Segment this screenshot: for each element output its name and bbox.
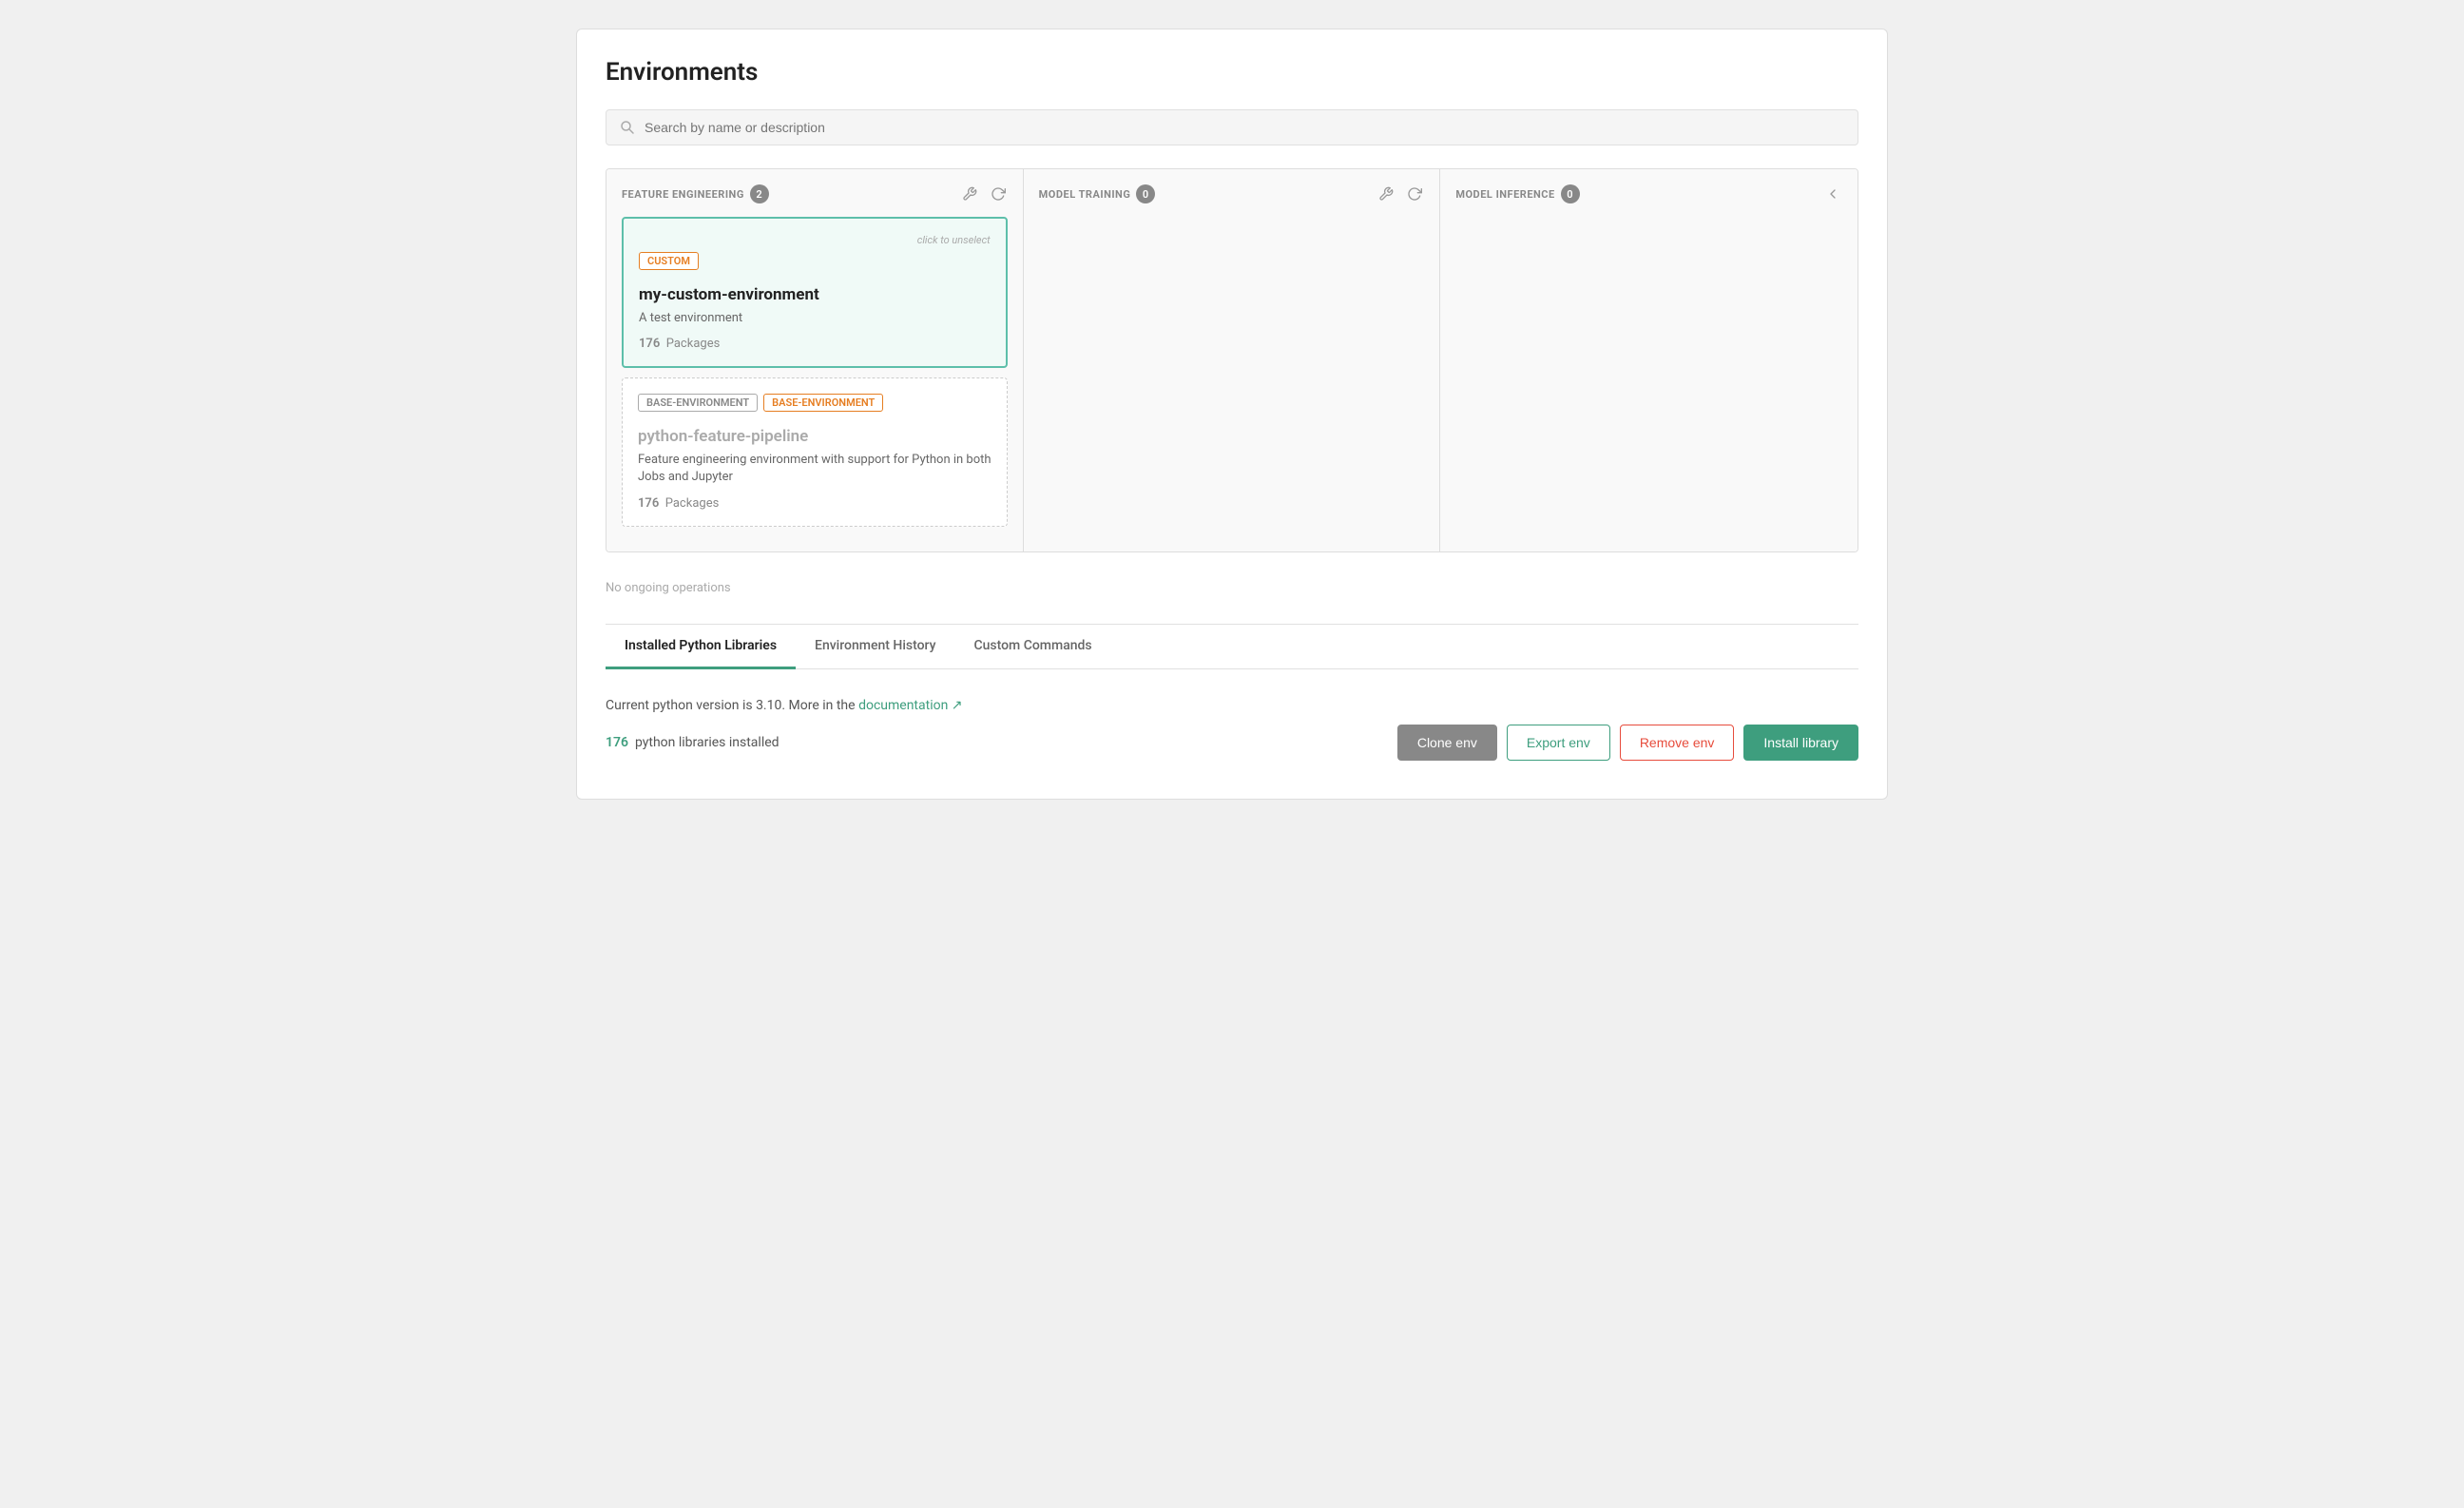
column-count-badge-training: 0 [1136,184,1155,203]
clone-env-button[interactable]: Clone env [1397,725,1497,761]
env-name-base: python-feature-pipeline [638,427,991,446]
wrench-button[interactable] [960,184,979,203]
click-to-unselect-text: click to unselect [639,234,991,246]
search-bar [606,109,1858,145]
column-title-training-text: MODEL TRAINING [1039,188,1131,201]
column-actions-inference [1823,184,1842,203]
tabs-nav: Installed Python Libraries Environment H… [606,625,1858,669]
column-header: FEATURE ENGINEERING 2 [622,184,1008,203]
column-actions-training [1376,184,1424,203]
export-env-button[interactable]: Export env [1507,725,1610,761]
column-header-inference: MODEL INFERENCE 0 [1455,184,1842,203]
column-actions [960,184,1008,203]
documentation-link[interactable]: documentation ↗ [858,698,962,713]
column-title-text: FEATURE ENGINEERING [622,188,744,201]
python-version-text: Current python version is 3.10. More in … [606,698,1858,713]
libraries-count-num: 176 [606,735,628,750]
column-title-inference-text: MODEL INFERENCE [1455,188,1554,201]
back-button-inference[interactable] [1823,184,1842,203]
env-packages-custom: 176 Packages [639,337,991,351]
tag-base-orange: BASE-ENVIRONMENT [763,394,883,412]
search-input[interactable] [645,120,1844,135]
tag-custom: CUSTOM [639,252,699,270]
main-container: Environments FEATURE ENGINEERING 2 [576,29,1888,800]
tags-row: CUSTOM [639,252,991,278]
pkg-count: 176 [639,337,660,351]
tabs-section: Installed Python Libraries Environment H… [606,624,1858,770]
env-column-model-training: MODEL TRAINING 0 [1024,169,1441,551]
python-version-label: Current python version is 3.10. More in … [606,698,856,713]
page-wrapper: Environments FEATURE ENGINEERING 2 [0,0,2464,828]
wrench-button-training[interactable] [1376,184,1396,203]
no-ops-text: No ongoing operations [606,571,1858,605]
column-count-badge: 2 [750,184,769,203]
action-buttons: Clone env Export env Remove env Install … [1397,725,1858,761]
column-title-training: MODEL TRAINING 0 [1039,184,1156,203]
search-icon [620,120,635,135]
column-header-training: MODEL TRAINING 0 [1039,184,1425,203]
tags-row-base: BASE-ENVIRONMENT BASE-ENVIRONMENT [638,394,991,419]
tab-content-installed: Current python version is 3.10. More in … [606,688,1858,770]
install-library-button[interactable]: Install library [1743,725,1858,761]
libraries-info-row: 176 python libraries installed Clone env… [606,725,1858,761]
refresh-button[interactable] [989,184,1008,203]
tag-base-grey: BASE-ENVIRONMENT [638,394,758,412]
env-description-custom: A test environment [639,310,991,327]
column-count-badge-inference: 0 [1561,184,1580,203]
env-card-base[interactable]: BASE-ENVIRONMENT BASE-ENVIRONMENT python… [622,377,1008,526]
env-card-custom[interactable]: click to unselect CUSTOM my-custom-envir… [622,217,1008,368]
column-title-inference: MODEL INFERENCE 0 [1455,184,1579,203]
remove-env-button[interactable]: Remove env [1620,725,1735,761]
tab-environment-history[interactable]: Environment History [796,625,954,669]
pkg-label: Packages [666,337,721,351]
tab-installed-python-libraries[interactable]: Installed Python Libraries [606,625,796,669]
tab-custom-commands[interactable]: Custom Commands [954,625,1110,669]
page-title: Environments [606,58,1858,87]
env-column-model-inference: MODEL INFERENCE 0 [1440,169,1858,551]
libraries-text: python libraries installed [635,735,780,750]
env-description-base: Feature engineering environment with sup… [638,452,991,486]
env-name-custom: my-custom-environment [639,285,991,304]
libraries-count-text: 176 python libraries installed [606,735,780,750]
env-column-feature-engineering: FEATURE ENGINEERING 2 [606,169,1024,551]
env-packages-base: 176 Packages [638,496,991,511]
column-title: FEATURE ENGINEERING 2 [622,184,769,203]
pkg-label-base: Packages [665,496,720,511]
refresh-button-training[interactable] [1405,184,1424,203]
env-columns: FEATURE ENGINEERING 2 [606,168,1858,552]
pkg-count-base: 176 [638,496,659,511]
